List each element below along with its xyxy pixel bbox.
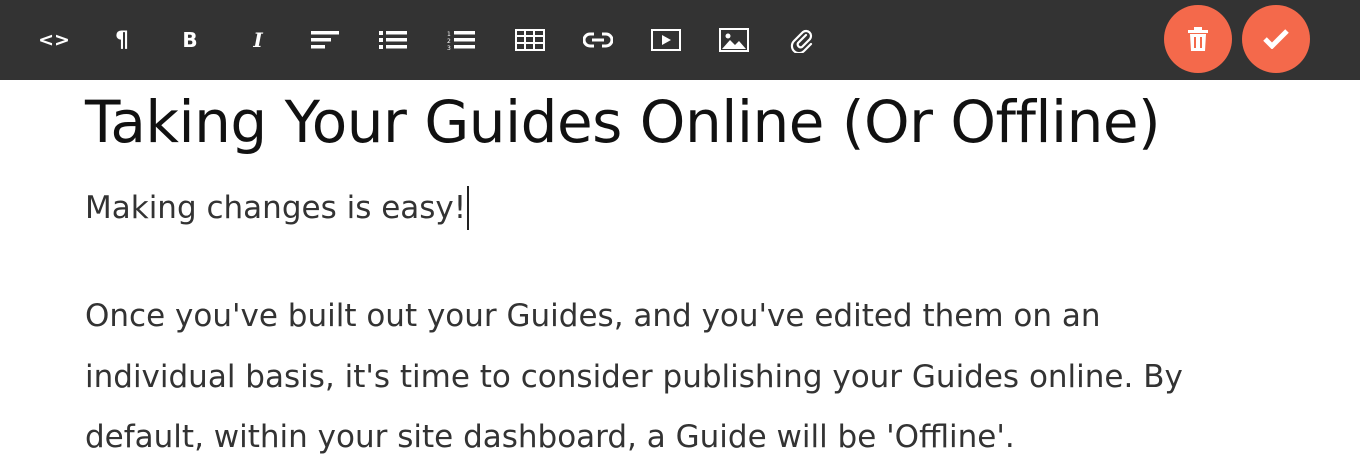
italic-button[interactable]: I: [240, 22, 276, 58]
document-body-paragraph[interactable]: Once you've built out your Guides, and y…: [85, 286, 1255, 468]
document-subtitle[interactable]: Making changes is easy!: [85, 186, 470, 230]
bullet-list-button[interactable]: [376, 22, 412, 58]
video-icon: [651, 29, 681, 51]
code-view-button[interactable]: <>: [36, 22, 72, 58]
checkmark-icon: [1263, 29, 1289, 49]
document-title[interactable]: Taking Your Guides Online (Or Offline): [85, 84, 1161, 160]
svg-text:1: 1: [447, 31, 451, 38]
confirm-button[interactable]: [1242, 5, 1310, 73]
bold-icon: B: [182, 28, 198, 52]
text-cursor: [467, 186, 470, 230]
align-button[interactable]: [308, 22, 344, 58]
bullet-list-icon: [379, 31, 407, 49]
image-icon: [719, 28, 749, 52]
code-icon: <>: [38, 29, 70, 51]
paperclip-icon: [790, 29, 813, 53]
bold-button[interactable]: B: [172, 22, 208, 58]
link-button[interactable]: [580, 22, 616, 58]
trash-icon: [1188, 27, 1208, 51]
link-icon: [583, 32, 613, 48]
table-icon: [515, 29, 545, 51]
attachment-button[interactable]: [784, 22, 820, 58]
subtitle-text: Making changes is easy!: [85, 190, 467, 226]
svg-text:2: 2: [447, 38, 451, 45]
paragraph-icon: ¶: [115, 27, 129, 53]
editor-toolbar: <> ¶ B I 1 2 3: [0, 0, 1360, 80]
numbered-list-icon: 1 2 3: [447, 31, 475, 50]
svg-text:3: 3: [447, 45, 451, 50]
numbered-list-button[interactable]: 1 2 3: [444, 22, 480, 58]
align-left-icon: [311, 31, 339, 49]
image-button[interactable]: [716, 22, 752, 58]
paragraph-button[interactable]: ¶: [104, 22, 140, 58]
video-button[interactable]: [648, 22, 684, 58]
table-button[interactable]: [512, 22, 548, 58]
delete-button[interactable]: [1164, 5, 1232, 73]
italic-icon: I: [253, 28, 263, 52]
